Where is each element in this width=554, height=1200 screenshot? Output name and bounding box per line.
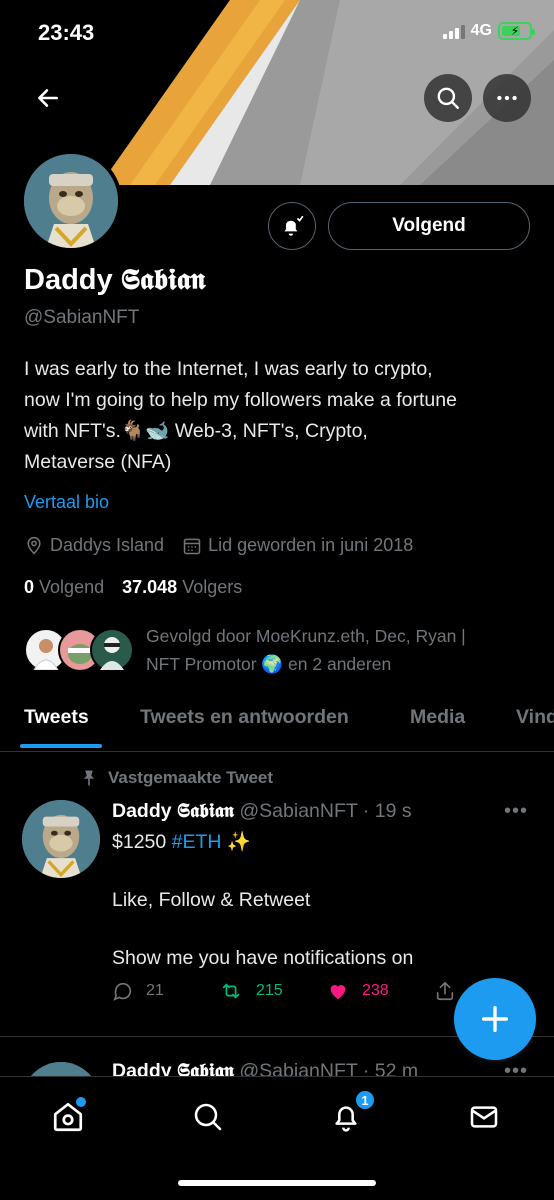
- location-text: Daddys Island: [50, 535, 165, 555]
- envelope-icon: [470, 1106, 498, 1128]
- back-button[interactable]: [24, 74, 72, 122]
- search-icon: [437, 87, 459, 109]
- bio-line: I was early to the Internet, I was early…: [24, 358, 433, 380]
- like-button[interactable]: 238: [326, 980, 389, 1002]
- reply-icon: [113, 982, 132, 1001]
- following-count-link[interactable]: 0 Volgend: [24, 577, 104, 598]
- profile-handle: @SabianNFT: [24, 307, 140, 328]
- plus-icon: [481, 1005, 509, 1033]
- home-indicator[interactable]: [178, 1180, 376, 1186]
- battery-icon: ⚡: [498, 22, 535, 40]
- follow-counts: 0 Volgend 37.048 Volgers: [24, 577, 242, 598]
- tab-likes[interactable]: Vind-ik-leuks: [516, 706, 554, 729]
- search-icon: [194, 1103, 222, 1131]
- profile-bio: I was early to the Internet, I was early…: [24, 354, 524, 478]
- search-button[interactable]: [424, 74, 472, 122]
- follower-avatar: [90, 628, 134, 672]
- signal-icon: [442, 23, 465, 39]
- nav-home[interactable]: [48, 1097, 88, 1137]
- joined-text: Lid geworden in juni 2018: [208, 535, 414, 555]
- tweet-author-name[interactable]: Daddy 𝕾𝖆𝖇𝖎𝖆𝖓: [112, 800, 234, 822]
- profile-meta: Daddys Island Lid geworden in juni 2018: [24, 535, 431, 556]
- tab-tweets[interactable]: Tweets: [24, 706, 89, 729]
- location-pin-icon: [27, 536, 41, 555]
- pinned-tweet-label: Vastgemaakte Tweet: [80, 768, 273, 788]
- translate-bio-link[interactable]: Vertaal bio: [24, 492, 109, 513]
- followed-by-section[interactable]: Gevolgd door MoeKrunz.eth, Dec, Ryan | N…: [24, 622, 516, 678]
- hashtag-link[interactable]: #ETH: [172, 831, 222, 853]
- nav-notifications[interactable]: 1: [326, 1089, 376, 1137]
- bell-check-icon: [284, 215, 304, 236]
- bio-line: with NFT's.🐐🐋 Web-3, NFT's, Crypto,: [24, 420, 368, 442]
- followed-by-text: Gevolgd door MoeKrunz.eth, Dec, Ryan | N…: [146, 626, 466, 674]
- home-unread-dot: [76, 1097, 86, 1107]
- compose-tweet-button[interactable]: [454, 978, 536, 1060]
- tweet-author-avatar[interactable]: [22, 800, 100, 878]
- status-time: 23:43: [38, 20, 95, 45]
- profile-display-name: Daddy 𝕾𝖆𝖇𝖎𝖆𝖓: [24, 264, 206, 296]
- notifications-toggle-button[interactable]: [268, 202, 316, 250]
- retweet-button[interactable]: 215: [218, 980, 283, 1002]
- reply-button[interactable]: 21: [112, 980, 164, 1002]
- tab-media[interactable]: Media: [410, 706, 465, 729]
- location-item: Daddys Island: [24, 535, 164, 556]
- active-tab-indicator: [20, 744, 102, 748]
- share-button[interactable]: [434, 980, 456, 1002]
- tweet-text: $1250 #ETH ✨ Like, Follow & Retweet Show…: [112, 831, 414, 969]
- joined-item: Lid geworden in juni 2018: [182, 535, 413, 556]
- calendar-icon: [183, 538, 201, 554]
- nav-search[interactable]: [188, 1097, 228, 1137]
- network-type: 4G: [470, 22, 492, 39]
- more-options-button[interactable]: [483, 74, 531, 122]
- follower-avatars: [24, 622, 136, 672]
- notification-badge: 1: [354, 1089, 376, 1111]
- share-icon: [436, 981, 454, 1001]
- bio-line: Metaverse (NFA): [24, 451, 172, 473]
- profile-avatar[interactable]: [20, 150, 122, 252]
- followers-count-link[interactable]: 37.048 Volgers: [122, 577, 242, 598]
- ape-avatar-image: [24, 154, 118, 248]
- nav-messages[interactable]: [464, 1097, 504, 1137]
- tweet-more-button[interactable]: •••: [504, 800, 528, 823]
- tweet-author-handle-time: @SabianNFT · 19 s: [239, 800, 412, 822]
- status-indicators: 4G ⚡: [442, 22, 535, 40]
- heart-icon: [330, 985, 346, 1000]
- ape-avatar-image: [22, 800, 100, 878]
- status-bar: 23:43 4G ⚡: [0, 0, 554, 60]
- bio-line: now I'm going to help my followers make …: [24, 389, 457, 411]
- pin-icon: [83, 770, 95, 786]
- following-button[interactable]: Volgend: [328, 202, 530, 250]
- more-horizontal-icon: [497, 95, 517, 101]
- tab-tweets-and-replies[interactable]: Tweets en antwoorden: [140, 706, 349, 729]
- retweet-icon: [222, 983, 240, 999]
- arrow-left-icon: [38, 89, 58, 107]
- tweet-header: Daddy 𝕾𝖆𝖇𝖎𝖆𝖓 @SabianNFT · 19 s: [112, 800, 412, 823]
